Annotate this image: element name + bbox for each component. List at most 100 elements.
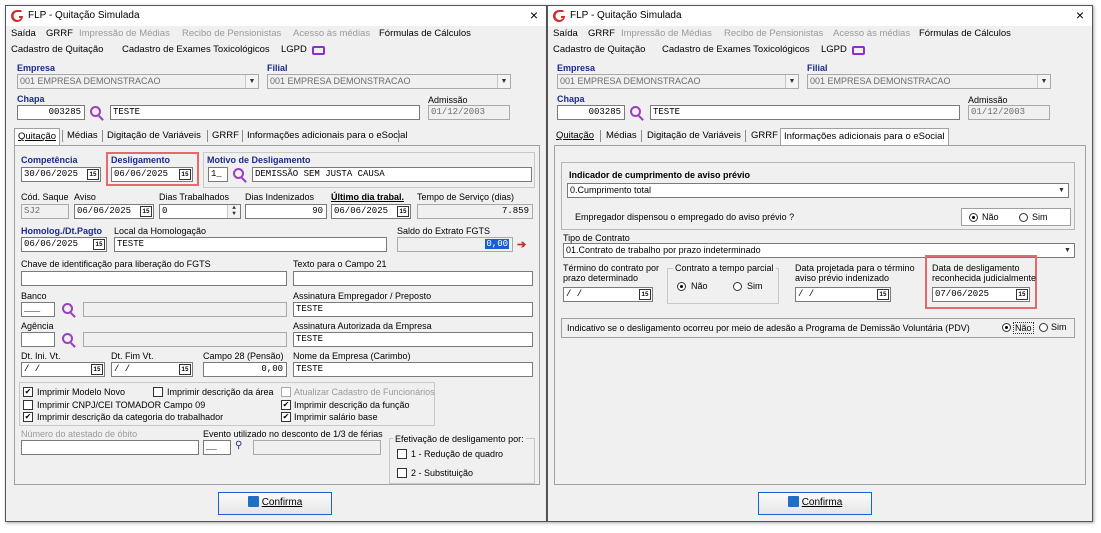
modelo-novo-checkbox[interactable]: ✔ — [23, 387, 33, 397]
menu-grrf[interactable]: GRRF — [588, 28, 615, 39]
tab-grrf[interactable]: GRRF — [751, 128, 778, 144]
homolog-field[interactable]: 06/06/2025 15 — [21, 237, 107, 252]
atestado-field[interactable] — [21, 440, 199, 455]
lgpd-icon[interactable] — [852, 46, 865, 55]
tab-quitacao[interactable]: Quitação — [14, 128, 61, 145]
campo28-field[interactable]: 0,00 — [203, 362, 287, 377]
calendar-icon[interactable]: 15 — [179, 364, 191, 375]
menu-grrf[interactable]: GRRF — [46, 28, 73, 39]
close-icon[interactable]: × — [530, 7, 538, 23]
nome-field[interactable]: TESTE — [110, 105, 420, 120]
chapa-field[interactable]: 003285 — [17, 105, 85, 120]
calendar-icon[interactable]: 15 — [877, 289, 889, 300]
search-icon[interactable] — [233, 168, 244, 179]
menu-recibo-pensionistas[interactable]: Recibo de Pensionistas — [724, 28, 823, 39]
dias-trab-field[interactable]: 0 ▲ ▼ — [159, 204, 241, 219]
dt-fim-field[interactable]: / / 15 — [111, 362, 193, 377]
desc-funcao-checkbox[interactable]: ✔ — [281, 400, 291, 410]
menu-cadastro-quitacao[interactable]: Cadastro de Quitação — [553, 44, 645, 55]
menu-cadastro-exames[interactable]: Cadastro de Exames Toxicológicos — [662, 44, 810, 55]
confirma-button[interactable]: Confirma — [218, 492, 332, 515]
dt-ini-field[interactable]: / / 15 — [21, 362, 105, 377]
lgpd-icon[interactable] — [312, 46, 325, 55]
tab-digitacao[interactable]: Digitação de Variáveis — [107, 128, 201, 144]
tab-esocial[interactable]: Informações adicionais para o eSocial — [247, 128, 408, 144]
menu-acesso-medias[interactable]: Acesso às médias — [293, 28, 370, 39]
local-field[interactable]: TESTE — [114, 237, 387, 252]
binoculars-icon[interactable]: ⚲ — [235, 440, 242, 451]
data-proj-field[interactable]: / / 15 — [795, 287, 891, 302]
agencia-field[interactable] — [21, 332, 55, 347]
dias-inden-field[interactable]: 90 — [245, 204, 327, 219]
menu-impressao-medias[interactable]: Impressão de Médias — [79, 28, 170, 39]
banco-field[interactable]: ___ — [21, 302, 55, 317]
efet-1-checkbox[interactable] — [397, 449, 407, 459]
search-icon[interactable] — [630, 106, 641, 117]
spinner-icon[interactable]: ▲ ▼ — [227, 205, 240, 218]
tempo-parcial-sim-radio[interactable] — [733, 282, 742, 291]
menu-saida[interactable]: Saída — [11, 28, 36, 39]
tempo-parcial-nao-radio[interactable] — [677, 282, 686, 291]
texto-field[interactable] — [293, 271, 533, 286]
menu-recibo-pensionistas[interactable]: Recibo de Pensionistas — [182, 28, 281, 39]
motivo-code-field[interactable]: 1_ — [208, 167, 228, 182]
menu-impressao-medias[interactable]: Impressão de Médias — [621, 28, 712, 39]
nome-emp-field[interactable]: TESTE — [293, 362, 533, 377]
tab-esocial[interactable]: Informações adicionais para o eSocial — [780, 128, 949, 145]
competencia-field[interactable]: 30/06/2025 15 — [21, 167, 101, 182]
motivo-field[interactable]: DEMISSÃO SEM JUSTA CAUSA — [252, 167, 532, 182]
efet-2-checkbox[interactable] — [397, 468, 407, 478]
desligamento-field[interactable]: 06/06/2025 15 — [111, 167, 193, 182]
tab-quitacao[interactable]: Quitação — [556, 128, 594, 144]
calendar-icon[interactable]: 15 — [93, 239, 105, 250]
cnpj-checkbox[interactable] — [23, 400, 33, 410]
assin-aut-field[interactable]: TESTE — [293, 332, 533, 347]
filial-select[interactable]: 001 EMPRESA DEMONSTRACAO ▼ — [267, 74, 511, 89]
nome-field[interactable]: TESTE — [650, 105, 960, 120]
menu-lgpd[interactable]: LGPD — [821, 44, 847, 55]
filial-select[interactable]: 001 EMPRESA DEMONSTRACAO ▼ — [807, 74, 1051, 89]
termino-field[interactable]: / / 15 — [563, 287, 653, 302]
menu-acesso-medias[interactable]: Acesso às médias — [833, 28, 910, 39]
pdv-nao-radio[interactable] — [1002, 323, 1011, 332]
evento-field[interactable]: __ — [203, 440, 231, 455]
export-icon[interactable]: ➔ — [517, 238, 531, 251]
dispensou-nao-radio[interactable] — [969, 213, 978, 222]
close-icon[interactable]: × — [1076, 7, 1084, 23]
chave-field[interactable] — [21, 271, 287, 286]
salario-base-checkbox[interactable]: ✔ — [281, 412, 291, 422]
menu-cadastro-quitacao[interactable]: Cadastro de Quitação — [11, 44, 103, 55]
empresa-select[interactable]: 001 EMPRESA DEMONSTRACAO ▼ — [557, 74, 799, 89]
calendar-icon[interactable]: 15 — [639, 289, 651, 300]
menu-cadastro-exames[interactable]: Cadastro de Exames Toxicológicos — [122, 44, 270, 55]
tab-medias[interactable]: Médias — [67, 128, 98, 144]
pdv-sim-radio[interactable] — [1039, 323, 1048, 332]
indicador-select[interactable]: 0.Cumprimento total ▼ — [567, 183, 1069, 198]
calendar-icon[interactable]: 15 — [140, 206, 152, 217]
search-icon[interactable] — [90, 106, 101, 117]
assin-emp-field[interactable]: TESTE — [293, 302, 533, 317]
menu-formulas-calculos[interactable]: Fórmulas de Cálculos — [379, 28, 471, 39]
ultimo-dia-field[interactable]: 06/06/2025 15 — [331, 204, 411, 219]
calendar-icon[interactable]: 15 — [1016, 289, 1028, 300]
confirma-button[interactable]: Confirma — [758, 492, 872, 515]
calendar-icon[interactable]: 15 — [87, 169, 99, 180]
menu-lgpd[interactable]: LGPD — [281, 44, 307, 55]
aviso-field[interactable]: 06/06/2025 15 — [74, 204, 154, 219]
calendar-icon[interactable]: 15 — [397, 206, 409, 217]
desc-categoria-checkbox[interactable]: ✔ — [23, 412, 33, 422]
dispensou-sim-radio[interactable] — [1019, 213, 1028, 222]
search-icon[interactable] — [62, 303, 73, 314]
calendar-icon[interactable]: 15 — [179, 169, 191, 180]
empresa-select[interactable]: 001 EMPRESA DEMONSTRACAO ▼ — [17, 74, 259, 89]
calendar-icon[interactable]: 15 — [91, 364, 103, 375]
tab-medias[interactable]: Médias — [606, 128, 637, 144]
data-desl-field[interactable]: 07/06/2025 15 — [932, 287, 1030, 302]
menu-saida[interactable]: Saída — [553, 28, 578, 39]
search-icon[interactable] — [62, 333, 73, 344]
chapa-field[interactable]: 003285 — [557, 105, 625, 120]
tab-digitacao[interactable]: Digitação de Variáveis — [647, 128, 741, 144]
tab-grrf[interactable]: GRRF — [212, 128, 239, 144]
menu-formulas-calculos[interactable]: Fórmulas de Cálculos — [919, 28, 1011, 39]
desc-area-checkbox[interactable] — [153, 387, 163, 397]
